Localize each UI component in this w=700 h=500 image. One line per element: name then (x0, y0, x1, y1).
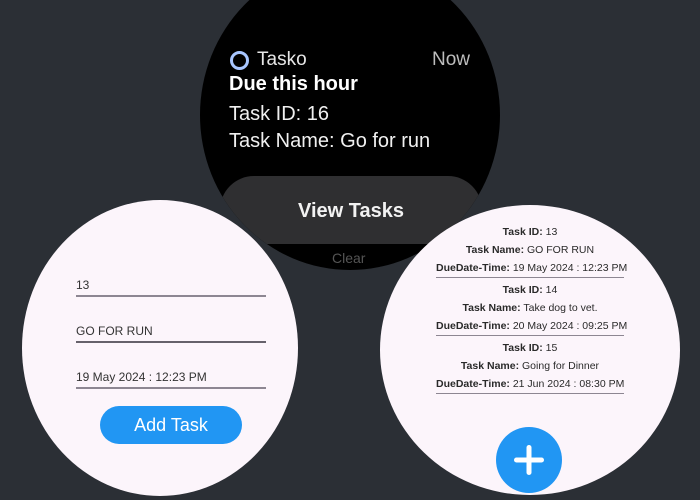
task-name-row: Task Name: Take dog to vet. (436, 299, 624, 317)
notification-time: Now (431, 49, 470, 70)
task-due-row: DueDate-Time: 21 Jun 2024 : 08:30 PM (436, 375, 624, 394)
task-id-value: 13 (545, 226, 558, 238)
task-id-value: 15 (545, 342, 558, 354)
app-name: Tasko (257, 49, 307, 70)
list-item[interactable]: Task ID: 15 Task Name: Going for Dinner … (436, 339, 624, 394)
task-id-label: Task ID: (502, 342, 543, 354)
task-name-value: Take dog to vet. (523, 302, 598, 314)
task-id-row: Task ID: 13 (436, 223, 624, 241)
clear-hint[interactable]: Clear (332, 250, 365, 266)
task-due-row: DueDate-Time: 19 May 2024 : 12:23 PM (436, 259, 628, 278)
notification-app: Tasko (230, 49, 307, 71)
task-due-row: DueDate-Time: 20 May 2024 : 09:25 PM (436, 317, 628, 336)
task-name-label: Task Name: (460, 360, 520, 372)
list-item[interactable]: Task ID: 14 Task Name: Take dog to vet. … (436, 281, 628, 336)
task-id-label: Task ID: (502, 226, 543, 238)
notification-task-name: Task Name: Go for run (229, 130, 431, 152)
task-list-watch: Task ID: 13 Task Name: GO FOR RUN DueDat… (380, 205, 680, 495)
task-name-field[interactable]: GO FOR RUN (76, 324, 266, 343)
notification-header: Tasko Now (230, 46, 470, 74)
task-id-label: Task ID: (502, 284, 543, 296)
task-name-label: Task Name: (462, 302, 521, 314)
list-item[interactable]: Task ID: 13 Task Name: GO FOR RUN DueDat… (436, 223, 628, 278)
task-due-label: DueDate-Time: (436, 378, 510, 390)
task-due-label: DueDate-Time: (436, 320, 510, 332)
task-id-row: Task ID: 14 (436, 281, 624, 299)
due-datetime-field[interactable]: 19 May 2024 : 12:23 PM (76, 370, 266, 389)
add-task-button[interactable]: Add Task (100, 406, 242, 444)
task-name-value: Going for Dinner (522, 360, 600, 372)
task-name-row: Task Name: Going for Dinner (436, 357, 624, 375)
task-id-row: Task ID: 15 (436, 339, 624, 357)
task-id-value: 14 (545, 284, 558, 296)
add-task-watch: 13 GO FOR RUN 19 May 2024 : 12:23 PM Add… (22, 200, 298, 496)
notification-title: Due this hour (229, 73, 358, 95)
task-id-field[interactable]: 13 (76, 278, 266, 297)
task-due-label: DueDate-Time: (436, 262, 510, 274)
task-due-value: 21 Jun 2024 : 08:30 PM (512, 378, 625, 390)
task-name-value: GO FOR RUN (527, 244, 595, 256)
task-name-row: Task Name: GO FOR RUN (436, 241, 624, 259)
task-due-value: 20 May 2024 : 09:25 PM (512, 320, 628, 332)
task-due-value: 19 May 2024 : 12:23 PM (512, 262, 628, 274)
app-ring-icon (230, 50, 249, 70)
plus-icon (514, 445, 544, 475)
add-task-fab[interactable] (496, 427, 562, 493)
task-name-label: Task Name: (465, 244, 525, 256)
notification-task-id: Task ID: 16 (229, 103, 330, 125)
